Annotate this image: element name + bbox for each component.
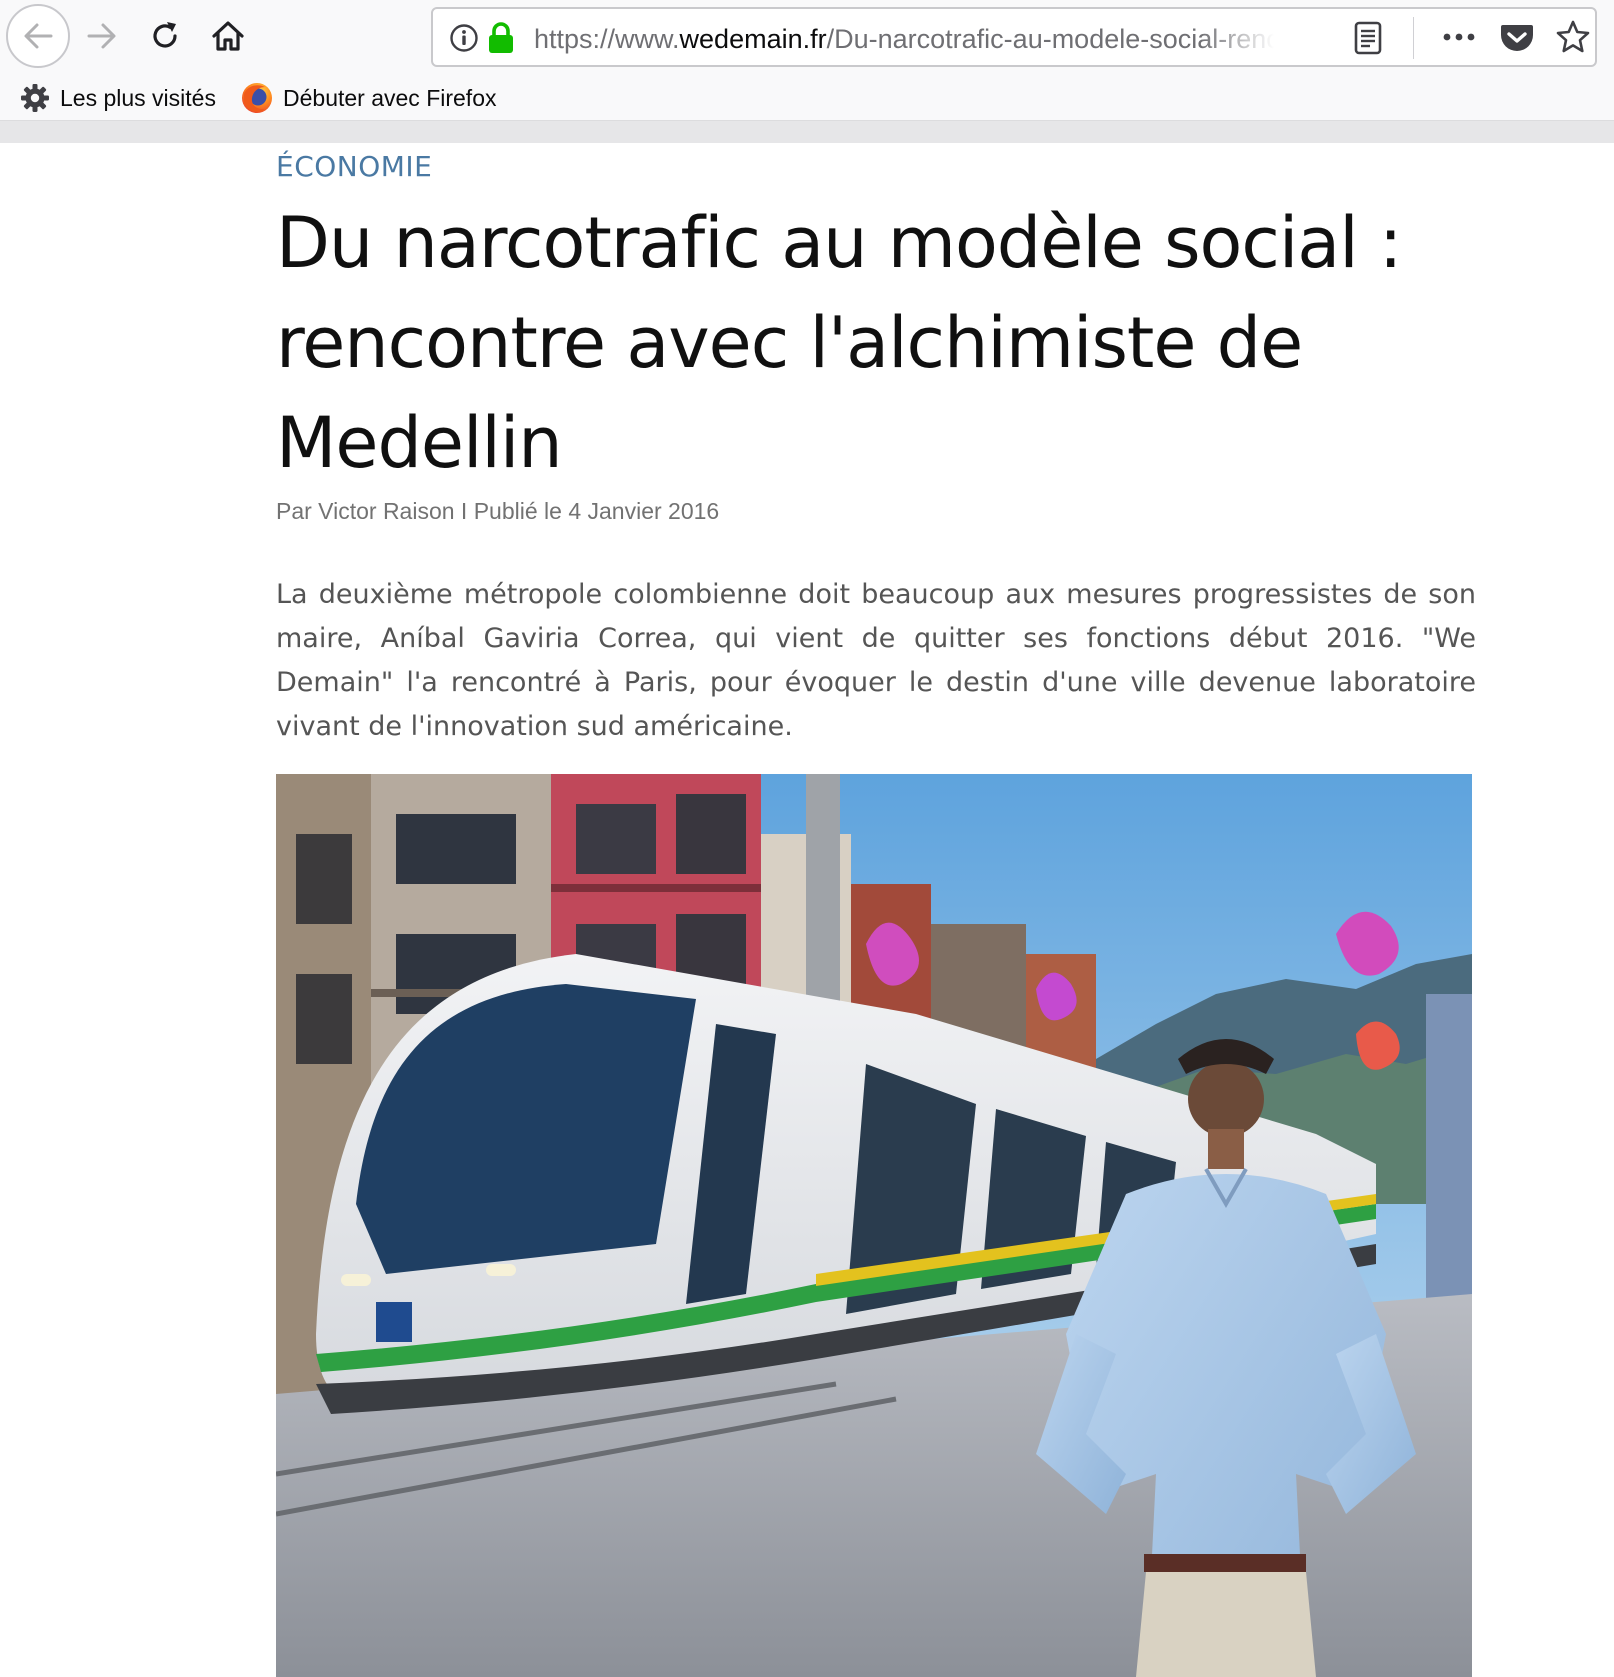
star-icon[interactable] [1555, 19, 1591, 60]
firefox-icon [241, 82, 273, 114]
home-icon [212, 21, 244, 51]
url-prefix: https://www. [534, 24, 680, 54]
pocket-icon[interactable] [1499, 19, 1535, 60]
reload-button[interactable] [133, 4, 197, 68]
bookmark-getting-started[interactable]: Débuter avec Firefox [241, 76, 496, 120]
article-lead: La deuxième métropole colombienne doit b… [276, 579, 1476, 742]
article-byline: Par Victor Raison I Publié le 4 Janvier … [276, 498, 720, 524]
article-title: Du narcotrafic au modèle social : rencon… [276, 202, 1403, 484]
info-icon[interactable] [449, 23, 479, 58]
reader-view-icon[interactable] [1353, 21, 1383, 60]
back-button[interactable] [6, 4, 70, 68]
bookmark-label: Débuter avec Firefox [283, 84, 497, 111]
lock-icon[interactable] [487, 21, 515, 60]
more-dots-icon[interactable] [1441, 25, 1477, 54]
gear-icon [20, 83, 50, 113]
bookmark-most-visited[interactable]: Les plus visités [20, 76, 216, 120]
forward-button[interactable] [70, 4, 134, 68]
url-text[interactable]: https://www.wedemain.fr/Du-narcotrafic-a… [534, 22, 1274, 56]
reload-icon [153, 22, 177, 48]
url-bar[interactable]: https://www.wedemain.fr/Du-narcotrafic-a… [431, 7, 1597, 67]
bookmark-label: Les plus visités [60, 84, 216, 111]
url-bar-separator [1413, 17, 1414, 59]
bookmarks-toolbar: Les plus visités Débuter avec Firefox [0, 76, 1614, 121]
hero-photo [276, 774, 1472, 1677]
content-separator [0, 121, 1614, 143]
back-arrow-icon [24, 23, 53, 49]
url-domain: wedemain.fr [679, 24, 827, 54]
home-button[interactable] [196, 4, 260, 68]
forward-arrow-icon [87, 23, 116, 49]
url-path: /Du-narcotrafic-au-modele-social-rencont… [826, 24, 1274, 54]
browser-toolbar: https://www.wedemain.fr/Du-narcotrafic-a… [0, 0, 1614, 76]
category-link[interactable]: ÉCONOMIE [276, 150, 432, 184]
